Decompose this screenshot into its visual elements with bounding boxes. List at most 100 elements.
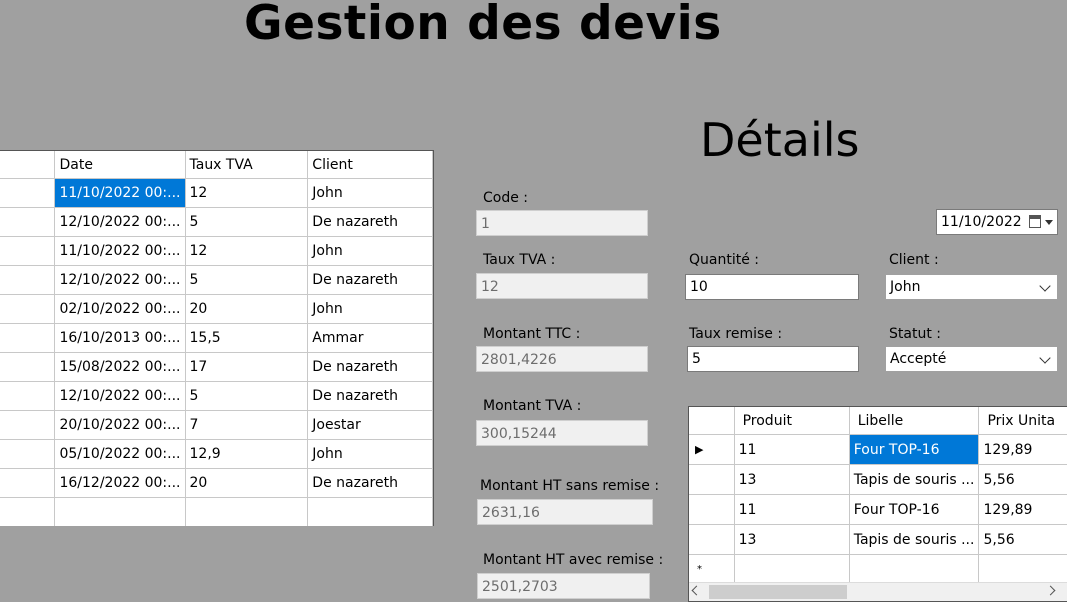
date-cell[interactable]: 11/10/2022 00:... bbox=[54, 178, 186, 208]
table-row[interactable]: 12/10/2022 00:... 5 De nazareth bbox=[0, 207, 433, 237]
remise-input[interactable]: 5 bbox=[687, 346, 859, 372]
row-header-cell[interactable] bbox=[0, 468, 56, 498]
table-row[interactable]: 02/10/2022 00:... 20 John bbox=[0, 294, 433, 324]
prix-cell[interactable]: 129,89 bbox=[978, 494, 1067, 525]
tva-cell[interactable]: 12 bbox=[185, 236, 309, 266]
empty-cell[interactable] bbox=[185, 497, 309, 526]
quotes-col-header-tva[interactable]: Taux TVA bbox=[185, 151, 309, 179]
row-header-cell[interactable] bbox=[0, 381, 56, 411]
ht-sans-remise-field[interactable]: 2631,16 bbox=[477, 499, 653, 525]
produit-cell[interactable]: 13 bbox=[734, 524, 850, 555]
date-dropdown-icon[interactable] bbox=[1045, 220, 1053, 225]
tva-cell[interactable]: 12 bbox=[185, 178, 309, 208]
quotes-col-header-date[interactable]: Date bbox=[54, 151, 186, 179]
table-row[interactable]: 16/10/2013 00:... 15,5 Ammar bbox=[0, 323, 433, 353]
client-cell[interactable]: John bbox=[307, 178, 433, 208]
client-cell[interactable]: De nazareth bbox=[307, 207, 433, 237]
client-cell[interactable]: De nazareth bbox=[307, 468, 433, 498]
table-row[interactable]: ▶ 11 Four TOP-16 129,89 bbox=[689, 434, 1067, 465]
prix-cell[interactable]: 5,56 bbox=[978, 464, 1067, 495]
empty-cell[interactable] bbox=[978, 554, 1067, 584]
lines-col-header-prix[interactable]: Prix Unita bbox=[978, 407, 1067, 435]
table-row[interactable]: 11/10/2022 00:... 12 John bbox=[0, 236, 433, 266]
table-row[interactable]: 13 Tapis de souris ... 5,56 bbox=[689, 524, 1067, 555]
date-cell[interactable]: 05/10/2022 00:... bbox=[54, 439, 186, 469]
quotes-col-header-selector[interactable] bbox=[0, 151, 56, 179]
row-header-cell[interactable] bbox=[689, 494, 735, 525]
tva-field[interactable]: 12 bbox=[476, 273, 648, 299]
date-cell[interactable]: 16/10/2013 00:... bbox=[54, 323, 186, 353]
current-row-icon[interactable]: ▶ bbox=[689, 434, 735, 465]
date-picker[interactable]: 11/10/2022 bbox=[936, 209, 1058, 235]
empty-cell[interactable] bbox=[307, 497, 433, 526]
client-cell[interactable]: De nazareth bbox=[307, 381, 433, 411]
table-row-new[interactable] bbox=[0, 497, 433, 526]
client-cell[interactable]: De nazareth bbox=[307, 265, 433, 295]
horizontal-scrollbar[interactable] bbox=[689, 582, 1067, 601]
row-header-cell[interactable] bbox=[0, 352, 56, 382]
table-row-new[interactable]: * bbox=[689, 554, 1067, 584]
produit-cell[interactable]: 11 bbox=[734, 434, 850, 465]
libelle-cell[interactable]: Four TOP-16 bbox=[849, 434, 980, 465]
lines-grid[interactable]: Produit Libelle Prix Unita ▶ 11 Four TOP-1… bbox=[688, 406, 1067, 602]
tva-cell[interactable]: 12,9 bbox=[185, 439, 309, 469]
row-header-cell[interactable] bbox=[689, 464, 735, 495]
row-header-cell[interactable] bbox=[0, 207, 56, 237]
table-row[interactable]: 13 Tapis de souris ... 5,56 bbox=[689, 464, 1067, 495]
date-cell[interactable]: 02/10/2022 00:... bbox=[54, 294, 186, 324]
montant-tva-field[interactable]: 300,15244 bbox=[476, 420, 648, 446]
empty-cell[interactable] bbox=[54, 497, 186, 526]
row-header-cell[interactable] bbox=[0, 178, 56, 208]
table-row[interactable]: 11/10/2022 00:... 12 John bbox=[0, 178, 433, 208]
date-cell[interactable]: 12/10/2022 00:... bbox=[54, 265, 186, 295]
row-header-cell[interactable] bbox=[0, 236, 56, 266]
prix-cell[interactable]: 129,89 bbox=[978, 434, 1067, 465]
date-cell[interactable]: 12/10/2022 00:... bbox=[54, 207, 186, 237]
date-cell[interactable]: 12/10/2022 00:... bbox=[54, 381, 186, 411]
libelle-cell[interactable]: Four TOP-16 bbox=[849, 494, 980, 525]
prix-cell[interactable]: 5,56 bbox=[978, 524, 1067, 555]
produit-cell[interactable]: 11 bbox=[734, 494, 850, 525]
row-header-cell[interactable] bbox=[0, 323, 56, 353]
date-cell[interactable]: 20/10/2022 00:... bbox=[54, 410, 186, 440]
tva-cell[interactable]: 15,5 bbox=[185, 323, 309, 353]
quotes-grid[interactable]: Date Taux TVA Client 11/10/2022 00:... 12… bbox=[0, 150, 434, 526]
tva-cell[interactable]: 5 bbox=[185, 381, 309, 411]
tva-cell[interactable]: 5 bbox=[185, 265, 309, 295]
chevron-down-icon[interactable] bbox=[1039, 280, 1051, 292]
code-field[interactable]: 1 bbox=[476, 210, 648, 236]
client-cell[interactable]: Ammar bbox=[307, 323, 433, 353]
lines-col-header-produit[interactable]: Produit bbox=[734, 407, 850, 435]
table-row[interactable]: 16/12/2022 00:... 20 De nazareth bbox=[0, 468, 433, 498]
client-cell[interactable]: John bbox=[307, 236, 433, 266]
table-row[interactable]: 12/10/2022 00:... 5 De nazareth bbox=[0, 265, 433, 295]
ttc-field[interactable]: 2801,4226 bbox=[476, 346, 648, 372]
table-row[interactable]: 20/10/2022 00:... 7 Joestar bbox=[0, 410, 433, 440]
row-header-cell[interactable] bbox=[0, 265, 56, 295]
empty-cell[interactable] bbox=[0, 497, 56, 526]
tva-cell[interactable]: 20 bbox=[185, 468, 309, 498]
client-cell[interactable]: John bbox=[307, 439, 433, 469]
empty-cell[interactable] bbox=[849, 554, 980, 584]
row-header-cell[interactable] bbox=[689, 524, 735, 555]
produit-cell[interactable]: 13 bbox=[734, 464, 850, 495]
client-cell[interactable]: Joestar bbox=[307, 410, 433, 440]
client-cell[interactable]: John bbox=[307, 294, 433, 324]
scroll-right-icon[interactable] bbox=[1045, 585, 1056, 596]
scroll-thumb[interactable] bbox=[709, 585, 847, 599]
lines-col-header-libelle[interactable]: Libelle bbox=[849, 407, 980, 435]
table-row[interactable]: 05/10/2022 00:... 12,9 John bbox=[0, 439, 433, 469]
quantite-input[interactable]: 10 bbox=[685, 274, 859, 300]
empty-cell[interactable] bbox=[734, 554, 850, 584]
row-header-cell[interactable] bbox=[0, 410, 56, 440]
libelle-cell[interactable]: Tapis de souris ... bbox=[849, 524, 980, 555]
statut-select[interactable]: Accepté bbox=[885, 346, 1058, 372]
calendar-icon[interactable] bbox=[1029, 215, 1041, 228]
row-header-cell[interactable] bbox=[0, 439, 56, 469]
lines-col-header-selector[interactable] bbox=[689, 407, 735, 435]
tva-cell[interactable]: 17 bbox=[185, 352, 309, 382]
table-row[interactable]: 12/10/2022 00:... 5 De nazareth bbox=[0, 381, 433, 411]
tva-cell[interactable]: 5 bbox=[185, 207, 309, 237]
row-header-cell[interactable] bbox=[0, 294, 56, 324]
table-row[interactable]: 11 Four TOP-16 129,89 bbox=[689, 494, 1067, 525]
